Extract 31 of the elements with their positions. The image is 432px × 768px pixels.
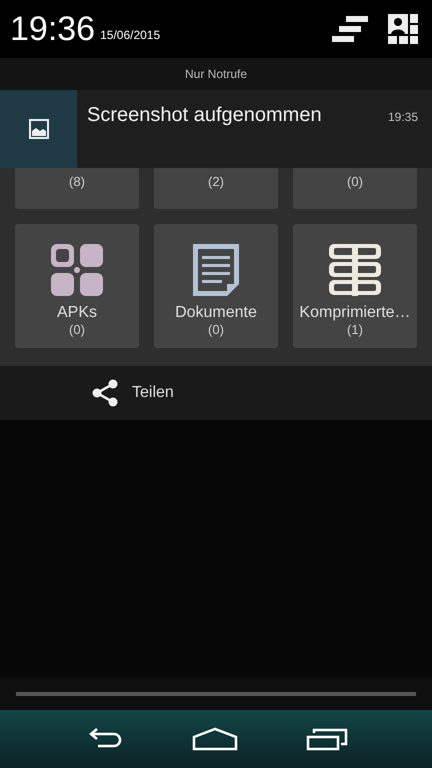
quick-settings-icon[interactable] [388, 14, 418, 44]
notification[interactable]: Screenshot aufgenommen 19:35 [0, 90, 432, 168]
category-tile[interactable]: (8) [15, 168, 139, 209]
carrier-label: Nur Notrufe [184, 67, 248, 81]
share-button[interactable]: Teilen [132, 384, 174, 402]
category-label: APKs [56, 304, 97, 322]
category-tile[interactable]: Komprimierte… (1) [293, 224, 417, 348]
category-tile[interactable]: APKs (0) [15, 224, 139, 348]
drag-handle[interactable] [16, 692, 416, 696]
clock-time: 19:36 [10, 10, 96, 48]
recent-apps-button[interactable] [306, 727, 348, 751]
archive-icon [327, 242, 383, 298]
notification-title: Screenshot aufgenommen [87, 104, 323, 127]
date: 15/06/2015 [100, 28, 160, 42]
settings-toggle-icon[interactable] [332, 16, 368, 42]
category-tile[interactable]: Dokumente (0) [154, 224, 278, 348]
app-grid-icon [49, 242, 105, 298]
home-button[interactable] [192, 727, 238, 751]
item-count: (2) [208, 174, 224, 191]
category-label: Komprimierte… [299, 304, 411, 322]
share-icon [92, 379, 118, 407]
item-count: (0) [347, 174, 363, 191]
item-count: (0) [208, 322, 224, 337]
item-count: (0) [69, 322, 85, 337]
category-tile[interactable]: (0) [293, 168, 417, 209]
category-tile[interactable]: (2) [154, 168, 278, 209]
category-label: Dokumente [175, 304, 257, 322]
item-count: (8) [69, 174, 85, 191]
notification-time: 19:35 [388, 110, 418, 124]
item-count: (1) [347, 322, 363, 337]
image-icon [28, 119, 48, 139]
